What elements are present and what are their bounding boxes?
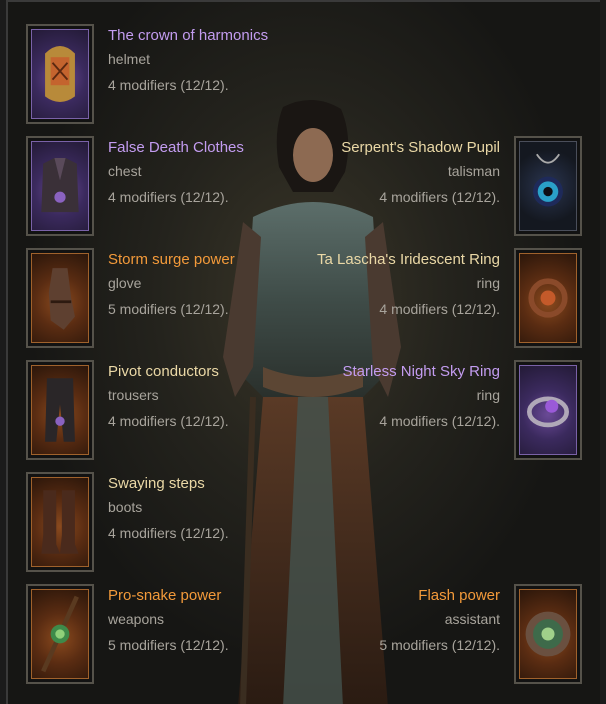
item-modifiers: 4 modifiers (12/12). bbox=[379, 189, 500, 205]
item-modifiers: 5 modifiers (12/12). bbox=[379, 637, 500, 653]
item-type: talisman bbox=[447, 163, 500, 179]
equipment-slot-offhand[interactable]: Flash power assistant 5 modifiers (12/12… bbox=[102, 584, 582, 684]
item-name: The crown of harmonics bbox=[108, 27, 269, 44]
item-frame[interactable] bbox=[514, 136, 582, 236]
item-modifiers: 4 modifiers (12/12). bbox=[379, 301, 500, 317]
amulet-icon bbox=[519, 141, 577, 231]
item-name: Starless Night Sky Ring bbox=[342, 363, 500, 380]
chest-armor-icon bbox=[31, 141, 89, 231]
offhand-orb-icon bbox=[519, 589, 577, 679]
helmet-icon bbox=[31, 29, 89, 119]
item-name: Swaying steps bbox=[108, 475, 205, 492]
item-frame[interactable] bbox=[514, 360, 582, 460]
item-type: ring bbox=[476, 387, 500, 403]
item-frame[interactable] bbox=[514, 248, 582, 348]
glove-icon bbox=[31, 253, 89, 343]
equipment-slot-ring-2[interactable]: Starless Night Sky Ring ring 4 modifiers… bbox=[102, 360, 582, 460]
item-frame[interactable] bbox=[514, 584, 582, 684]
equipment-slot-ring-1[interactable]: Ta Lascha's Iridescent Ring ring 4 modif… bbox=[102, 248, 582, 348]
item-frame[interactable] bbox=[26, 136, 94, 236]
equipment-slot-helmet[interactable]: The crown of harmonics helmet 4 modifier… bbox=[26, 24, 506, 124]
item-frame[interactable] bbox=[26, 248, 94, 348]
item-name: Ta Lascha's Iridescent Ring bbox=[317, 251, 500, 268]
item-frame[interactable] bbox=[26, 584, 94, 684]
equipment-slot-talisman[interactable]: Serpent's Shadow Pupil talisman 4 modifi… bbox=[102, 136, 582, 236]
boots-icon bbox=[31, 477, 89, 567]
item-type: assistant bbox=[444, 611, 500, 627]
ring-icon bbox=[519, 253, 577, 343]
item-frame[interactable] bbox=[26, 24, 94, 124]
item-type: helmet bbox=[108, 51, 151, 67]
ring-icon bbox=[519, 365, 577, 455]
item-modifiers: 4 modifiers (12/12). bbox=[379, 413, 500, 429]
item-modifiers: 4 modifiers (12/12). bbox=[108, 525, 229, 541]
equipment-slot-boots[interactable]: Swaying steps boots 4 modifiers (12/12). bbox=[26, 472, 506, 572]
item-name: Serpent's Shadow Pupil bbox=[341, 139, 500, 156]
item-frame[interactable] bbox=[26, 472, 94, 572]
equipment-panel: The crown of harmonics helmet 4 modifier… bbox=[6, 0, 600, 704]
trousers-icon bbox=[31, 365, 89, 455]
item-frame[interactable] bbox=[26, 360, 94, 460]
item-modifiers: 4 modifiers (12/12). bbox=[108, 77, 229, 93]
item-type: ring bbox=[476, 275, 500, 291]
staff-icon bbox=[31, 589, 89, 679]
item-type: boots bbox=[108, 499, 143, 515]
item-name: Flash power bbox=[418, 587, 500, 604]
